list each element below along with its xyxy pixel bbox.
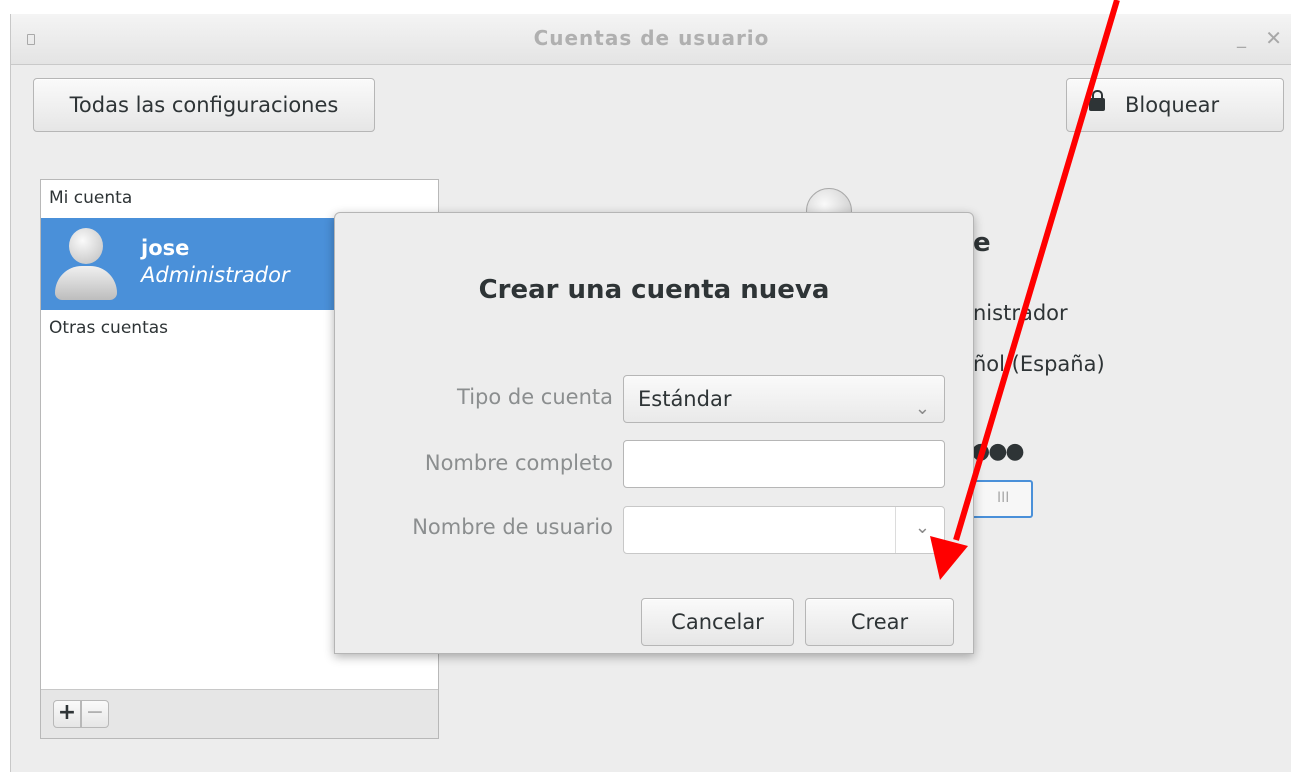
annotation-arrow-head bbox=[930, 536, 968, 580]
annotation-arrow-line bbox=[953, 0, 1120, 541]
annotation-arrow bbox=[930, 0, 1120, 580]
